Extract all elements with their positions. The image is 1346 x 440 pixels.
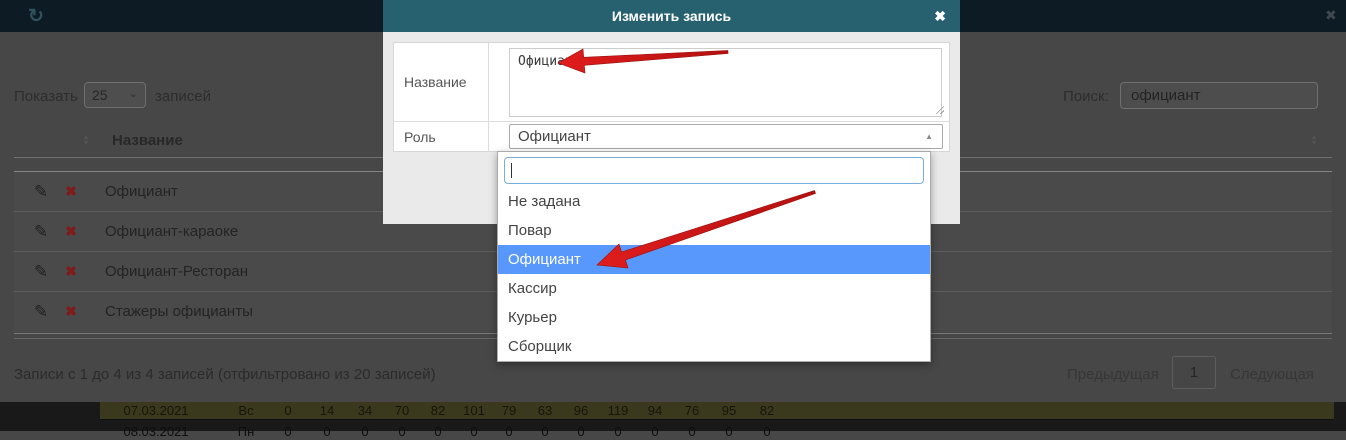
page-size-select[interactable]: 25 ⌄ <box>84 82 146 108</box>
search-input[interactable]: официант <box>1120 82 1318 109</box>
bg-cell: 0 <box>541 423 548 440</box>
delete-icon[interactable]: ✖ <box>60 252 82 291</box>
role-dropdown-panel: Не задана Повар Официант Кассир Курьер С… <box>497 151 931 362</box>
records-summary: Записи с 1 до 4 из 4 записей (отфильтров… <box>14 366 436 383</box>
column-header-name[interactable]: Название <box>112 132 183 149</box>
bg-cell: 34 <box>358 402 372 419</box>
bg-cell-day: Вс <box>238 402 253 419</box>
bg-cell: 63 <box>538 402 552 419</box>
dropdown-option-selected[interactable]: Официант <box>498 245 930 274</box>
dropdown-option[interactable]: Кассир <box>498 274 930 303</box>
bg-cell: 0 <box>505 423 512 440</box>
bg-cell: 0 <box>398 423 405 440</box>
dropdown-option[interactable]: Сборщик <box>498 332 930 361</box>
edit-icon[interactable]: ✎ <box>30 292 52 331</box>
modal-header: Изменить запись ✖ <box>383 0 960 32</box>
dropdown-options-list: Не задана Повар Официант Кассир Курьер С… <box>498 187 930 361</box>
records-suffix-label: записей <box>155 88 211 105</box>
caret-down-icon: ▾ <box>84 140 88 146</box>
bg-cell: 0 <box>763 423 770 440</box>
bg-cell: 70 <box>395 402 409 419</box>
bg-cell: 95 <box>722 402 736 419</box>
row-name: Официант-Ресторан <box>105 252 248 291</box>
dropdown-search-input[interactable] <box>504 157 924 184</box>
bg-cell: 94 <box>648 402 662 419</box>
delete-icon[interactable]: ✖ <box>60 172 82 211</box>
name-textarea[interactable]: Официант <box>509 48 942 117</box>
role-select[interactable]: Официант ▲ <box>509 124 943 149</box>
bg-cell: 79 <box>502 402 516 419</box>
background-table-row: 07.03.2021 Вс 0 14 34 70 82 101 79 63 96… <box>0 402 1346 419</box>
show-label: Показать <box>14 88 78 105</box>
caret-down-icon: ▾ <box>1312 140 1316 146</box>
text-cursor <box>511 163 512 178</box>
role-select-value: Официант <box>518 125 591 148</box>
row-name: Стажеры официанты <box>105 292 253 331</box>
role-field-row: Роль Официант ▲ <box>394 122 949 151</box>
sort-icon[interactable]: ▴ ▾ <box>84 134 88 146</box>
bg-cell: 0 <box>470 423 477 440</box>
dropdown-option[interactable]: Курьер <box>498 303 930 332</box>
background-table-strip: 07.03.2021 Вс 0 14 34 70 82 101 79 63 96… <box>0 402 1346 431</box>
bg-cell: 0 <box>361 423 368 440</box>
pagination-prev[interactable]: Предыдущая <box>1067 366 1159 383</box>
bg-cell: 0 <box>284 423 291 440</box>
chevron-down-icon: ⌄ <box>129 87 138 100</box>
bg-cell: 76 <box>685 402 699 419</box>
bg-cell: 119 <box>608 402 629 419</box>
page-size-value: 25 <box>92 87 108 103</box>
row-name: Официант-караоке <box>105 212 238 251</box>
pagination-next[interactable]: Следующая <box>1230 366 1314 383</box>
dropdown-option[interactable]: Повар <box>498 216 930 245</box>
bg-cell: 96 <box>574 402 588 419</box>
delete-icon[interactable]: ✖ <box>60 292 82 331</box>
background-table-row: 08.03.2021 Пн 0 0 0 0 0 0 0 0 0 0 0 0 0 … <box>0 423 1346 440</box>
edit-icon[interactable]: ✎ <box>30 212 52 251</box>
bg-cell-date: 08.03.2021 <box>123 423 188 440</box>
panel-close-icon[interactable]: ✖ <box>1325 7 1337 24</box>
name-field-row: Название Официант <box>394 43 949 122</box>
row-name: Официант <box>105 172 178 211</box>
bg-cell-day: Пн <box>238 423 255 440</box>
select-arrow-up-icon: ▲ <box>925 132 933 141</box>
bg-cell: 82 <box>760 402 774 419</box>
modal-title: Изменить запись <box>383 0 960 32</box>
sort-icon[interactable]: ▴ ▾ <box>1312 134 1316 146</box>
dropdown-option[interactable]: Не задана <box>498 187 930 216</box>
edit-icon[interactable]: ✎ <box>30 252 52 291</box>
bg-cell: 0 <box>434 423 441 440</box>
pagination-current-page[interactable]: 1 <box>1172 356 1216 389</box>
bg-cell: 0 <box>323 423 330 440</box>
delete-icon[interactable]: ✖ <box>60 212 82 251</box>
modal-form: Название Официант Роль Официант ▲ <box>393 42 950 152</box>
bg-cell-date: 07.03.2021 <box>123 402 188 419</box>
modal-close-icon[interactable]: ✖ <box>934 0 946 32</box>
search-label: Поиск: <box>1063 88 1109 105</box>
name-field-label: Название <box>394 43 489 121</box>
bg-cell: 14 <box>320 402 334 419</box>
bg-cell: 82 <box>431 402 445 419</box>
bg-cell: 0 <box>688 423 695 440</box>
bg-cell: 101 <box>463 402 485 419</box>
bg-cell: 0 <box>651 423 658 440</box>
bg-cell: 0 <box>725 423 732 440</box>
bg-cell: 0 <box>284 402 291 419</box>
bg-cell: 0 <box>614 423 621 440</box>
bg-cell: 0 <box>577 423 584 440</box>
edit-icon[interactable]: ✎ <box>30 172 52 211</box>
refresh-icon[interactable]: ↻ <box>28 5 44 28</box>
role-field-label: Роль <box>394 122 489 151</box>
